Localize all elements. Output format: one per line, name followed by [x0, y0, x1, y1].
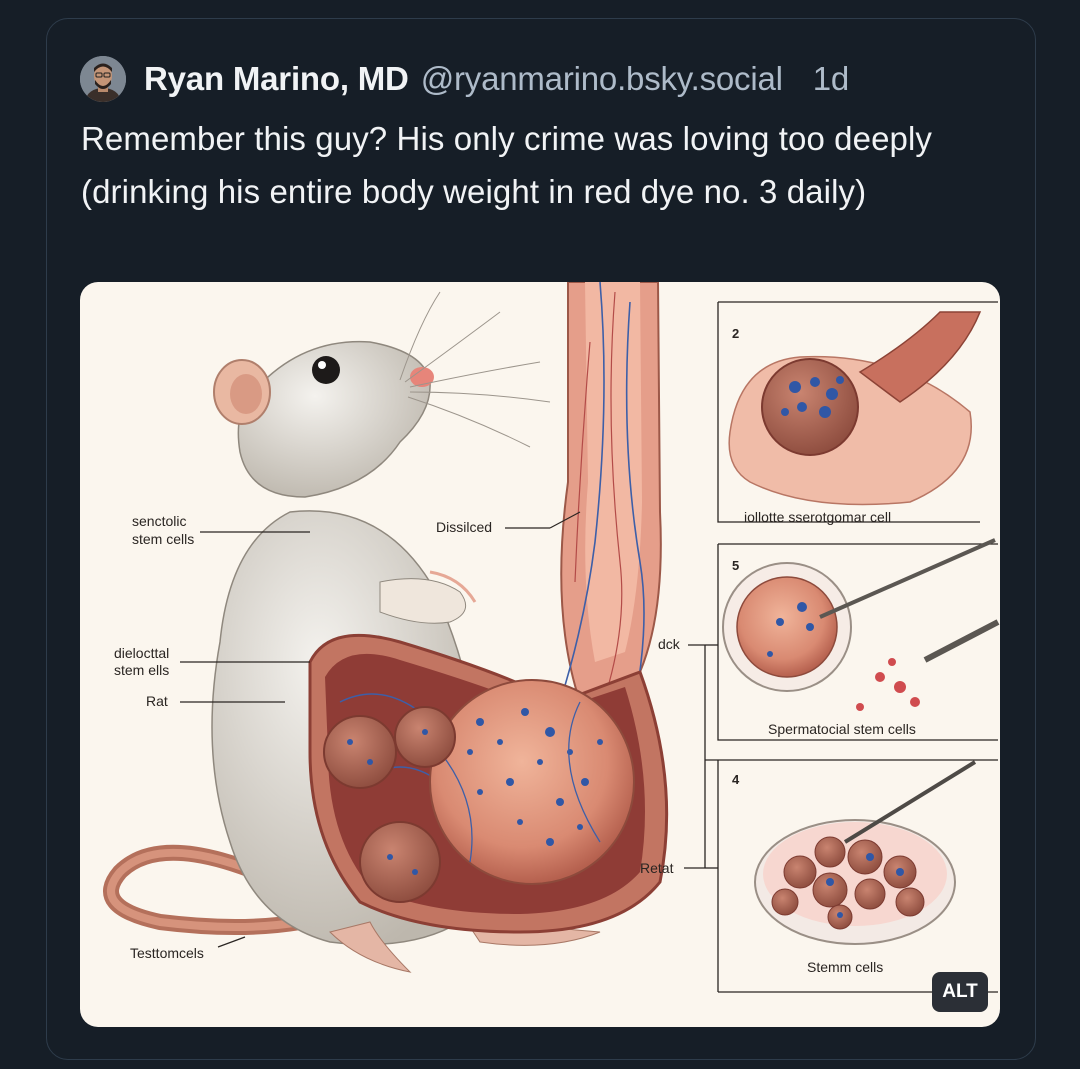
label-dissilced: Dissilced	[436, 519, 492, 535]
panel-4-number: 4	[732, 772, 740, 787]
label-senctolic: senctolic	[132, 513, 186, 529]
post-image[interactable]: senctolic stem cells Dissilced dieloctta…	[80, 282, 1000, 1027]
author-handle[interactable]: @ryanmarino.bsky.social	[421, 60, 783, 98]
post-text: Remember this guy? His only crime was lo…	[81, 120, 933, 210]
avatar-image	[80, 56, 126, 102]
label-dck: dck	[658, 636, 681, 652]
label-dielocttal-stem-ells: stem ells	[114, 662, 169, 678]
label-dielocttal: dielocttal	[114, 645, 169, 661]
panel-5-caption: Spermatocial stem cells	[768, 721, 916, 737]
label-retat: Retat	[640, 860, 674, 876]
post-header: Ryan Marino, MD @ryanmarino.bsky.social …	[144, 56, 849, 102]
label-rat: Rat	[146, 693, 168, 709]
post-timestamp[interactable]: 1d	[813, 60, 850, 98]
label-testtomcels: Testtomcels	[130, 945, 204, 961]
alt-text-button[interactable]: ALT	[932, 972, 988, 1012]
panel-4-caption: Stemm cells	[807, 959, 883, 975]
label-senctolic-stem-cells: stem cells	[132, 531, 194, 547]
panel-2-number: 2	[732, 326, 739, 341]
author-avatar[interactable]	[80, 56, 126, 102]
panel-2-caption: iollotte sserotgomar cell	[744, 509, 891, 525]
author-name[interactable]: Ryan Marino, MD	[144, 60, 409, 98]
panel-5-number: 5	[732, 558, 739, 573]
rat-diagram-illustration: senctolic stem cells Dissilced dieloctta…	[103, 282, 1000, 993]
